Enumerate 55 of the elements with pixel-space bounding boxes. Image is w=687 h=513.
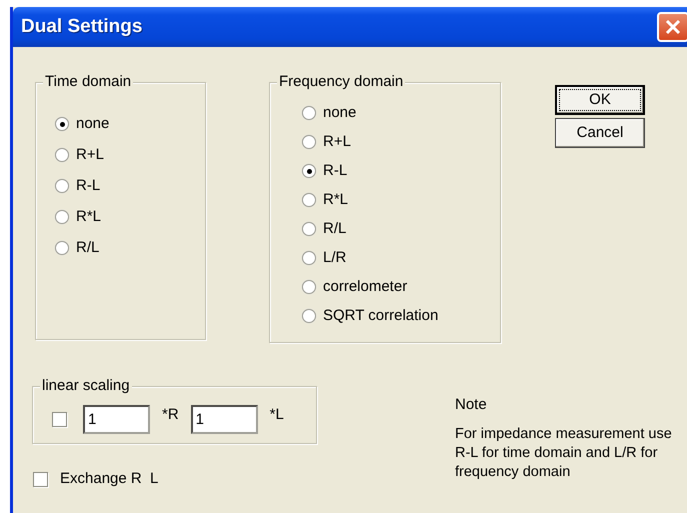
window-title: Dual Settings <box>21 16 142 38</box>
group-label: Frequency domain <box>277 73 406 91</box>
close-button[interactable] <box>657 12 687 42</box>
radio-option[interactable]: R/L <box>55 239 205 257</box>
input-field[interactable]: 1 <box>190 404 258 434</box>
radio-label: none <box>76 115 110 133</box>
radio-option[interactable]: R-L <box>302 162 500 180</box>
radio-option[interactable]: R/L <box>302 220 500 238</box>
radio-label: R/L <box>76 239 100 257</box>
radio-button[interactable] <box>302 193 316 207</box>
radio-option[interactable]: SQRT correlation <box>302 307 500 325</box>
field-label: *R <box>162 406 179 424</box>
radio-label: R-L <box>323 162 348 180</box>
radio-button[interactable] <box>55 210 69 224</box>
radio-button[interactable] <box>302 164 316 178</box>
radio-label: correlometer <box>323 278 408 296</box>
radio-option[interactable]: L/R <box>302 249 500 267</box>
radio-option[interactable]: R-L <box>55 177 205 195</box>
radio-option[interactable]: none <box>302 104 500 122</box>
radio-label: none <box>323 104 356 122</box>
cancel-button[interactable]: Cancel <box>555 118 645 148</box>
radio-option[interactable]: R+L <box>55 146 205 164</box>
radio-button[interactable] <box>55 148 69 162</box>
radio-label: R/L <box>323 220 346 238</box>
radio-label: R+L <box>323 133 351 151</box>
radio-button[interactable] <box>55 241 69 255</box>
radio-option[interactable]: none <box>55 115 205 133</box>
radio-button[interactable] <box>302 280 316 294</box>
note-text: For impedance measurement use R-L for time domain and L/R for frequency domain <box>455 425 673 482</box>
radio-button[interactable] <box>302 135 316 149</box>
field-label: *L <box>270 406 284 424</box>
radio-label: SQRT correlation <box>323 307 438 325</box>
radio-option[interactable]: R*L <box>55 208 205 226</box>
radio-button[interactable] <box>302 106 316 120</box>
checkbox[interactable] <box>33 472 48 486</box>
radio-label: L/R <box>323 249 346 267</box>
radio-button[interactable] <box>302 309 316 323</box>
note-heading: Note <box>455 396 488 414</box>
checkbox[interactable] <box>52 412 67 426</box>
checkbox-label: Exchange R L <box>60 470 158 488</box>
close-icon <box>665 19 681 35</box>
radio-label: R-L <box>76 177 100 195</box>
radio-button[interactable] <box>55 117 69 131</box>
radio-button[interactable] <box>55 179 69 193</box>
radio-option[interactable]: R+L <box>302 133 500 151</box>
ok-button[interactable]: OK <box>555 85 645 115</box>
radio-button[interactable] <box>302 222 316 236</box>
radio-option[interactable]: R*L <box>302 191 500 209</box>
radio-label: R+L <box>76 146 104 164</box>
radio-button[interactable] <box>302 251 316 265</box>
group-label: linear scaling <box>40 377 132 395</box>
radio-label: R*L <box>323 191 348 209</box>
radio-label: R*L <box>76 208 102 226</box>
radio-option[interactable]: correlometer <box>302 278 500 296</box>
input-field[interactable]: 1 <box>83 404 150 434</box>
